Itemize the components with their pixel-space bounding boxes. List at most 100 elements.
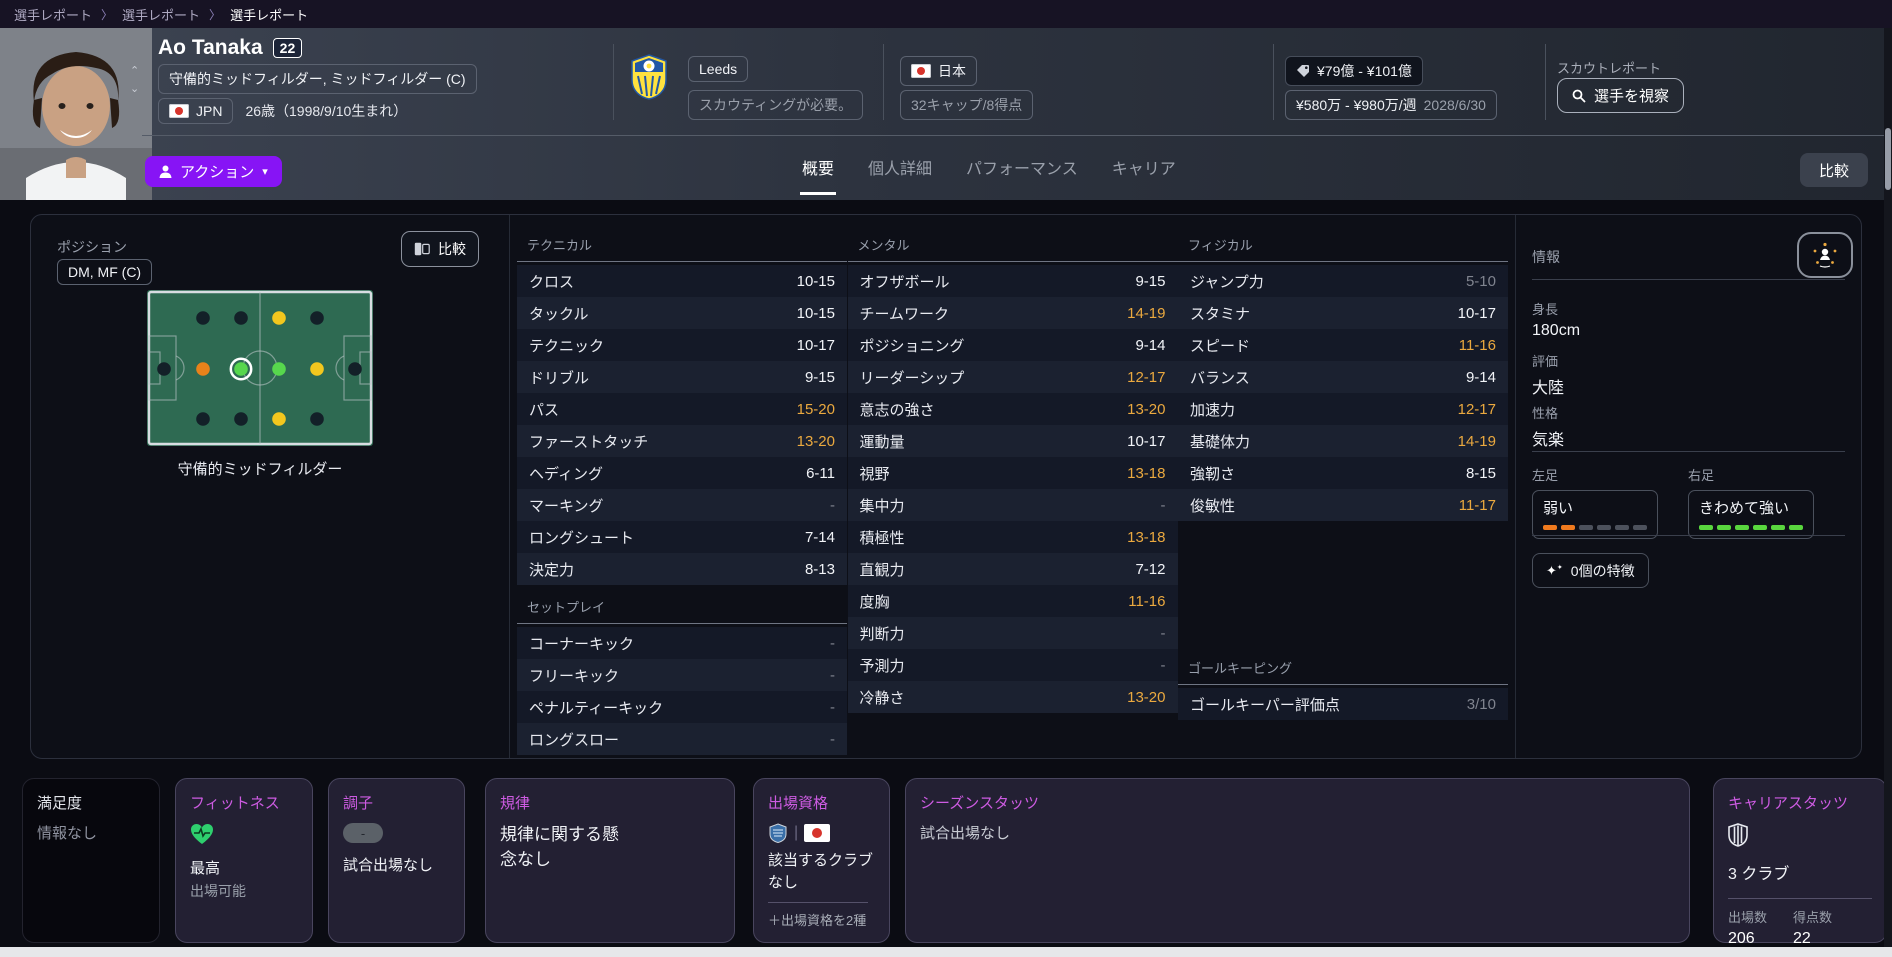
scrollbar-thumb[interactable] [1885, 128, 1891, 190]
attribute-row[interactable]: パス 15-20 [517, 393, 847, 425]
attribute-value: 11-16 [1458, 336, 1496, 354]
career-stats-title: キャリアスタッツ [1728, 795, 1849, 812]
prev-player-chevron-up-icon[interactable]: ⌃ [130, 66, 139, 77]
attribute-row[interactable]: リーダーシップ 12-17 [847, 361, 1178, 393]
attribute-row[interactable]: スピード 11-16 [1178, 329, 1508, 361]
next-player-chevron-down-icon[interactable]: ⌄ [130, 84, 139, 95]
position-chip[interactable]: 守備的ミッドフィルダー, ミッドフィルダー (C) [158, 64, 477, 94]
attribute-row[interactable]: ロングスロー - [517, 723, 847, 755]
attribute-row[interactable]: 判断力 - [847, 617, 1178, 649]
traits-button[interactable]: ✦✦ 0個の特徴 [1532, 553, 1649, 588]
tab-パフォーマンス[interactable]: パフォーマンス [964, 147, 1080, 195]
attribute-row[interactable]: 運動量 10-17 [847, 425, 1178, 457]
attribute-row[interactable]: マーキング - [517, 489, 847, 521]
attribute-row[interactable]: 俊敏性 11-17 [1178, 489, 1508, 521]
attribute-row[interactable]: テクニック 10-17 [517, 329, 847, 361]
vertical-scrollbar[interactable] [1884, 28, 1892, 947]
form-body: 試合出場なし [343, 857, 434, 874]
attribute-row[interactable]: ロングシュート 7-14 [517, 521, 847, 553]
attribute-row[interactable]: 視野 13-18 [847, 457, 1178, 489]
nationality-chip[interactable]: JPN [158, 98, 234, 124]
attribute-row[interactable]: 基礎体力 14-19 [1178, 425, 1508, 457]
satisfaction-card[interactable]: 満足度 情報なし [22, 778, 160, 943]
foot-strength-segment [1543, 525, 1557, 530]
attribute-row[interactable]: オフザボール 9-15 [847, 265, 1178, 297]
attribute-row[interactable]: 積極性 13-18 [847, 521, 1178, 553]
tab-キャリア[interactable]: キャリア [1110, 147, 1178, 195]
breadcrumb-item[interactable]: 選手レポート [230, 5, 308, 24]
position-pitch-map[interactable] [147, 290, 373, 446]
breadcrumb-item[interactable]: 選手レポート [122, 5, 200, 24]
scout-player-button[interactable]: 選手を視察 [1557, 78, 1685, 113]
tab-bar: 概要 個人詳細 パフォーマンス キャリア [800, 147, 1178, 195]
attribute-row[interactable]: 決定力 8-13 [517, 553, 847, 585]
attribute-row[interactable]: 加速力 12-17 [1178, 393, 1508, 425]
discipline-card[interactable]: 規律 規律に関する懸念なし [485, 778, 735, 943]
japan-flag-icon [911, 64, 931, 78]
attribute-row[interactable]: 直観力 7-12 [847, 553, 1178, 585]
horizontal-scrollbar[interactable] [0, 947, 1892, 957]
attribute-row[interactable]: ポジショニング 9-14 [847, 329, 1178, 361]
attribute-row[interactable]: 意志の強さ 13-20 [847, 393, 1178, 425]
compare-button-positions[interactable]: 比較 [401, 231, 479, 267]
attribute-row[interactable]: フリーキック - [517, 659, 847, 691]
attribute-row[interactable]: 集中力 - [847, 489, 1178, 521]
attribute-name: 決定力 [529, 561, 575, 579]
attribute-row[interactable]: ジャンプ力 5-10 [1178, 265, 1508, 297]
breadcrumb: 選手レポート〉選手レポート〉選手レポート [0, 0, 1892, 28]
attribute-value: 11-17 [1458, 496, 1496, 514]
attribute-row[interactable]: バランス 9-14 [1178, 361, 1508, 393]
attribute-row[interactable]: スタミナ 10-17 [1178, 297, 1508, 329]
attribute-value: 14-19 [1127, 304, 1166, 322]
attribute-row[interactable]: ファーストタッチ 13-20 [517, 425, 847, 457]
attribute-row[interactable]: 強靭さ 8-15 [1178, 457, 1508, 489]
attribute-name: オフザボール [859, 273, 950, 291]
compare-cards-icon [414, 242, 430, 256]
season-stats-card[interactable]: シーズンスタッツ 試合出場なし [905, 778, 1690, 943]
attribute-name: パス [529, 401, 560, 419]
attribute-name: テクニック [529, 337, 605, 355]
attribute-row[interactable]: 予測力 - [847, 649, 1178, 681]
action-button[interactable]: アクション ▾ [145, 156, 282, 187]
player-relations-button[interactable] [1797, 232, 1853, 278]
attribute-row[interactable]: 冷静さ 13-20 [847, 681, 1178, 713]
attribute-name: クロス [529, 273, 575, 291]
nation-chip[interactable]: 日本 [900, 56, 977, 86]
contract-end-date: 2028/6/30 [1423, 97, 1486, 113]
attribute-row[interactable]: ドリブル 9-15 [517, 361, 847, 393]
breadcrumb-separator: 〉 [101, 7, 114, 22]
foot-strength-segment [1579, 525, 1593, 530]
club-name-chip[interactable]: Leeds [688, 56, 749, 82]
form-card[interactable]: 調子 - 試合出場なし [328, 778, 465, 943]
attribute-section-title: フィジカル [1178, 231, 1508, 262]
club-crest-leeds-icon[interactable] [630, 54, 668, 105]
attribute-column-technical: テクニカル クロス 10-15 タックル 10-15 テクニック 10-17 ドリブル 9-15… [517, 215, 847, 758]
attribute-row[interactable]: コーナーキック - [517, 627, 847, 659]
attribute-value: 12-17 [1457, 400, 1496, 418]
height-label: 身長 [1532, 302, 1559, 317]
fitness-card[interactable]: フィットネス 最高 出場可能 [175, 778, 313, 943]
attribute-row[interactable]: ペナルティーキック - [517, 691, 847, 723]
attribute-name: ドリブル [529, 369, 590, 387]
apps-label: 出場数 [1728, 910, 1768, 925]
attribute-row[interactable]: チームワーク 14-19 [847, 297, 1178, 329]
attribute-row[interactable]: 度胸 11-16 [847, 585, 1178, 617]
attribute-row[interactable]: タックル 10-15 [517, 297, 847, 329]
eligibility-card[interactable]: 出場資格 | 該当するクラブなし ＋出場資格を2種 [753, 778, 890, 943]
attribute-row[interactable]: クロス 10-15 [517, 265, 847, 297]
attribute-row[interactable]: ゴールキーパー評価点 3/10 [1178, 688, 1508, 720]
compare-button-top[interactable]: 比較 [1800, 153, 1868, 187]
search-icon [1572, 89, 1586, 103]
tab-個人詳細[interactable]: 個人詳細 [866, 147, 934, 195]
attribute-row[interactable]: ヘディング 6-11 [517, 457, 847, 489]
apps-value: 206 [1728, 930, 1755, 947]
breadcrumb-item[interactable]: 選手レポート [14, 5, 92, 24]
eligibility-link[interactable]: ＋出場資格を2種 [768, 910, 875, 929]
person-icon [159, 165, 172, 178]
tab-概要[interactable]: 概要 [800, 147, 837, 195]
attribute-value: - [1160, 496, 1166, 514]
attribute-section-title: メンタル [847, 231, 1178, 262]
foot-strength-segment [1597, 525, 1611, 530]
career-stats-card[interactable]: キャリアスタッツ 3 クラブ 出場数 206 得点数 22 [1713, 778, 1887, 947]
attribute-name: スピード [1190, 337, 1251, 355]
